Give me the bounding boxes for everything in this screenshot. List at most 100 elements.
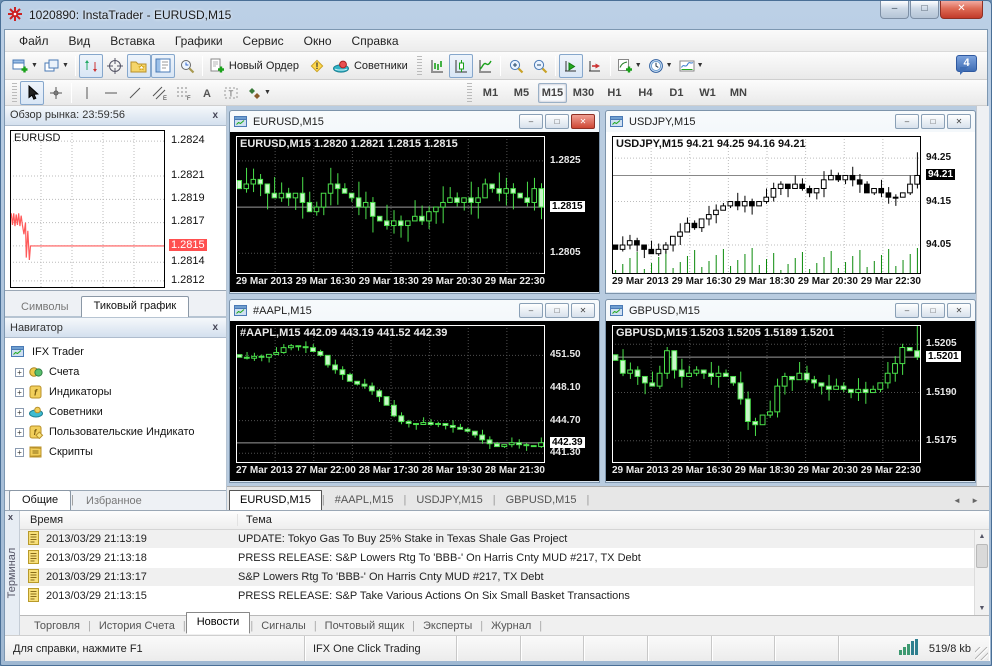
- market-watch-button[interactable]: [78, 53, 103, 78]
- expand-icon[interactable]: +: [15, 447, 24, 457]
- navigator-item-2[interactable]: + Советники: [7, 402, 224, 422]
- timeframe-d1-button[interactable]: D1: [662, 83, 691, 103]
- tab-scroll-arrows[interactable]: ◄ ►: [953, 496, 983, 505]
- navigator-tab-0[interactable]: Общие: [9, 490, 72, 511]
- chart-window-usdjpym15[interactable]: USDJPY,M15 – □ ✕ USDJPY,M15 94.21 94.25 94.1…: [605, 110, 976, 294]
- text-label-tool-button[interactable]: T: [219, 81, 243, 105]
- navigator-tab-1[interactable]: Избранное: [74, 492, 154, 510]
- navigator-item-0[interactable]: + Счета: [7, 362, 224, 382]
- zoom-out-button[interactable]: [528, 54, 552, 78]
- expand-icon[interactable]: +: [15, 387, 24, 397]
- horizontal-line-tool-button[interactable]: [99, 81, 123, 105]
- menu-item-1[interactable]: Вид: [59, 31, 101, 51]
- menu-item-5[interactable]: Окно: [294, 31, 342, 51]
- navigator-root-item[interactable]: IFX Trader: [7, 342, 224, 362]
- news-row[interactable]: 2013/03/29 21:13:19 UPDATE: Tokyo Gas To …: [20, 530, 974, 549]
- chart-close-button[interactable]: ✕: [571, 114, 595, 129]
- chart-restore-button[interactable]: □: [545, 114, 569, 129]
- chart-restore-button[interactable]: □: [921, 114, 945, 129]
- news-row[interactable]: 2013/03/29 21:13:15 PRESS RELEASE: S&P Ta…: [20, 587, 974, 606]
- chart-tab-1[interactable]: #AAPL,M15: [325, 491, 404, 510]
- news-row[interactable]: 2013/03/29 21:13:18 PRESS RELEASE: S&P Lo…: [20, 549, 974, 568]
- cursor-tool-button[interactable]: [20, 80, 44, 105]
- terminal-tab-1[interactable]: История Счета: [91, 618, 183, 634]
- chart-close-button[interactable]: ✕: [947, 114, 971, 129]
- scroll-up-icon[interactable]: ▲: [975, 530, 989, 543]
- toolbar-grip[interactable]: [466, 82, 472, 103]
- timeframe-m5-button[interactable]: M5: [507, 83, 536, 103]
- timeframe-m15-button[interactable]: M15: [537, 82, 567, 103]
- market-watch-tab-0[interactable]: Символы: [9, 298, 81, 316]
- minimize-button[interactable]: –: [880, 1, 909, 19]
- auto-scroll-button[interactable]: [558, 53, 583, 78]
- chart-shift-button[interactable]: [583, 54, 607, 78]
- expand-icon[interactable]: +: [15, 367, 24, 377]
- periods-button[interactable]: ▼: [645, 54, 676, 78]
- expand-icon[interactable]: +: [15, 427, 24, 437]
- chart-close-button[interactable]: ✕: [947, 303, 971, 318]
- chart-area[interactable]: USDJPY,M15 94.21 94.25 94.16 94.21 94.25 9…: [606, 132, 975, 292]
- timeframe-w1-button[interactable]: W1: [693, 83, 722, 103]
- new-order-button[interactable]: Новый Ордер: [206, 54, 305, 78]
- chart-close-button[interactable]: ✕: [571, 303, 595, 318]
- chart-window-eurusdm15[interactable]: EURUSD,M15 – □ ✕ EURUSD,M15 1.2820 1.2821 1.…: [229, 110, 600, 294]
- chart-window-titlebar[interactable]: USDJPY,M15 – □ ✕: [606, 111, 975, 132]
- chat-badge[interactable]: 4: [956, 55, 977, 75]
- dropdown-arrow-icon[interactable]: ▼: [264, 89, 271, 96]
- menu-item-4[interactable]: Сервис: [233, 31, 294, 51]
- templates-button[interactable]: ▼: [676, 54, 707, 78]
- tick-chart-plot[interactable]: [10, 129, 165, 288]
- candlestick-chart-button[interactable]: [448, 53, 473, 78]
- profiles-button[interactable]: ▼: [41, 54, 72, 78]
- zoom-in-button[interactable]: [504, 54, 528, 78]
- alert-button[interactable]: !: [305, 54, 329, 78]
- chart-restore-button[interactable]: □: [545, 303, 569, 318]
- chart-window-titlebar[interactable]: EURUSD,M15 – □ ✕: [230, 111, 599, 132]
- dropdown-arrow-icon[interactable]: ▼: [62, 62, 69, 69]
- terminal-tab-0[interactable]: Торговля: [26, 618, 88, 634]
- resize-grip[interactable]: [975, 647, 988, 660]
- terminal-tab-3[interactable]: Сигналы: [253, 618, 314, 634]
- chart-tab-0[interactable]: EURUSD,M15: [229, 490, 322, 510]
- chart-window-titlebar[interactable]: #AAPL,M15 – □ ✕: [230, 300, 599, 321]
- navigator-item-3[interactable]: + f Пользовательские Индикато: [7, 422, 224, 442]
- menu-item-0[interactable]: Файл: [9, 31, 59, 51]
- toolbar-grip[interactable]: [416, 55, 422, 76]
- data-window-button[interactable]: [103, 54, 127, 78]
- toolbar-grip[interactable]: [12, 82, 17, 103]
- terminal-tab-2[interactable]: Новости: [185, 611, 251, 634]
- menu-item-2[interactable]: Вставка: [100, 31, 165, 51]
- chart-window-gbpusdm15[interactable]: GBPUSD,M15 – □ ✕ GBPUSD,M15 1.5203 1.5205 1.…: [605, 299, 976, 483]
- chart-minimize-button[interactable]: –: [519, 114, 543, 129]
- navigator-item-4[interactable]: + Скрипты: [7, 442, 224, 462]
- title-bar[interactable]: 1020890: InstaTrader - EURUSD,M15 – □ ✕: [1, 1, 991, 29]
- navigator-item-1[interactable]: + f Индикаторы: [7, 382, 224, 402]
- chart-minimize-button[interactable]: –: [895, 114, 919, 129]
- terminal-button[interactable]: [150, 53, 175, 78]
- timeframe-h4-button[interactable]: H4: [631, 83, 660, 103]
- indicators-button[interactable]: ▼: [614, 54, 645, 78]
- dropdown-arrow-icon[interactable]: ▼: [666, 62, 673, 69]
- scroll-thumb[interactable]: [976, 544, 988, 568]
- vertical-line-tool-button[interactable]: [75, 81, 99, 105]
- timeframe-mn-button[interactable]: MN: [724, 83, 753, 103]
- line-chart-button[interactable]: [473, 54, 497, 78]
- chart-window-aaplm15[interactable]: #AAPL,M15 – □ ✕ #AAPL,M15 442.09 443.19 441.…: [229, 299, 600, 483]
- equidistant-channel-tool-button[interactable]: E: [147, 81, 171, 105]
- news-row[interactable]: 2013/03/29 21:13:17 S&P Lowers Rtg To 'BB…: [20, 568, 974, 587]
- chart-area[interactable]: #AAPL,M15 442.09 443.19 441.52 442.39 451…: [230, 321, 599, 481]
- chart-area[interactable]: GBPUSD,M15 1.5203 1.5205 1.5189 1.5201 1.…: [606, 321, 975, 481]
- chart-tab-2[interactable]: USDJPY,M15: [406, 491, 492, 510]
- crosshair-tool-button[interactable]: [44, 81, 68, 105]
- arrows-tool-button[interactable]: ▼: [243, 81, 274, 105]
- timeframe-m30-button[interactable]: M30: [569, 83, 598, 103]
- strategy-tester-button[interactable]: [175, 54, 199, 78]
- scroll-down-icon[interactable]: ▼: [975, 602, 989, 615]
- dropdown-arrow-icon[interactable]: ▼: [31, 62, 38, 69]
- dropdown-arrow-icon[interactable]: ▼: [697, 62, 704, 69]
- timeframe-h1-button[interactable]: H1: [600, 83, 629, 103]
- menu-item-6[interactable]: Справка: [342, 31, 409, 51]
- terminal-close-icon[interactable]: x: [8, 512, 13, 522]
- chart-window-titlebar[interactable]: GBPUSD,M15 – □ ✕: [606, 300, 975, 321]
- bar-chart-button[interactable]: [425, 54, 449, 78]
